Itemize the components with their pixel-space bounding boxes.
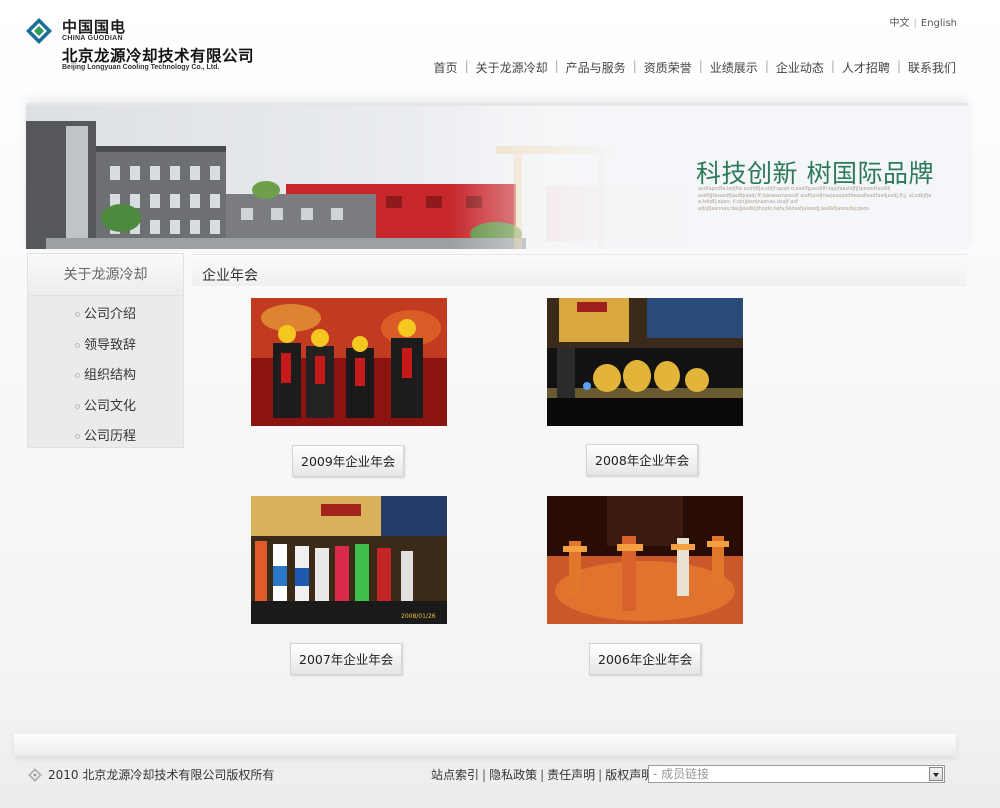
gallery-photo-2006[interactable] (547, 496, 743, 624)
nav-home[interactable]: 首页 (434, 59, 458, 76)
lang-chinese-link[interactable]: 中文 (890, 18, 910, 29)
company-name-en: Beijing Longyuan Cooling Technology Co.,… (62, 64, 220, 71)
china-guodian-logo-icon (26, 18, 52, 44)
sidebar-title: 关于龙源冷却 (28, 254, 183, 296)
bullet-icon (75, 312, 80, 317)
nav-products[interactable]: 产品与服务 (566, 59, 626, 76)
footer-link-disclaimer[interactable]: 责任声明 (547, 768, 595, 782)
content-header: 企业年会 (192, 254, 967, 286)
chevron-down-icon[interactable] (929, 767, 943, 781)
gallery-caption-2006[interactable]: 2006年企业年会 (589, 643, 702, 675)
bullet-icon (75, 403, 80, 409)
gallery-photo-2007[interactable]: 2008/01/26 (251, 496, 447, 624)
bullet-icon (75, 373, 80, 378)
sidebar-item-label: 组织结构 (84, 368, 137, 383)
nav-news[interactable]: 企业动态 (776, 59, 824, 76)
divider: | (896, 59, 901, 73)
sidebar-item-label: 领导致辞 (84, 337, 137, 353)
page-title: 企业年会 (202, 268, 258, 284)
sidebar-item-label: 公司介绍 (84, 307, 137, 322)
sidebar-item-label: 公司文化 (84, 398, 137, 414)
footer-bar (14, 734, 956, 756)
svg-text:2008/01/26: 2008/01/26 (401, 613, 436, 620)
gallery-photo-2008[interactable] (547, 298, 743, 426)
hero-banner: 科技创新 树国际品牌 asdfapsdfa;lsdjfla asdfdfja;s… (26, 103, 968, 249)
divider: | (913, 18, 917, 29)
main-nav: 首页 | 关于龙源冷却 | 产品与服务 | 资质荣誉 | 业绩展示 | 企业动态 | 人才招… (434, 59, 956, 76)
gallery-photo-2009[interactable] (251, 298, 447, 426)
footer-link-sitemap[interactable]: 站点索引 (431, 768, 479, 782)
divider: | (464, 59, 469, 73)
divider: | (540, 768, 545, 782)
nav-performance[interactable]: 业绩展示 (710, 59, 758, 76)
footer-link-copyright[interactable]: 版权声明 (605, 768, 653, 782)
china-guodian-logo-icon (28, 767, 42, 782)
sidebar-item-label: 公司历程 (84, 429, 137, 444)
banner-fine-print: asdfapsdfa;lsdjfla asdfdfja;sldjf;apsd d… (698, 186, 932, 212)
footer-link-privacy[interactable]: 隐私政策 (489, 768, 537, 782)
divider: | (598, 768, 603, 782)
footer-links: 站点索引 | 隐私政策 | 责任声明 | 版权声明 (431, 766, 653, 783)
nav-contact[interactable]: 联系我们 (908, 59, 956, 76)
select-value: - 成员链接 (653, 767, 710, 781)
sidebar-item-leader-speech[interactable]: 领导致辞 (28, 331, 183, 362)
logo-brand-cn: 中国国电 (62, 18, 127, 36)
sidebar-item-culture[interactable]: 公司文化 (28, 392, 183, 423)
lang-english-link[interactable]: English (921, 18, 957, 29)
banner-slogan: 科技创新 树国际品牌 (696, 159, 934, 188)
gallery-caption-2007[interactable]: 2007年企业年会 (290, 643, 403, 675)
nav-qualifications[interactable]: 资质荣誉 (644, 59, 692, 76)
nav-careers[interactable]: 人才招聘 (842, 59, 890, 76)
bullet-icon (75, 434, 80, 439)
sidebar-item-company-intro[interactable]: 公司介绍 (28, 300, 183, 331)
photo-2006-image (547, 496, 743, 624)
logo-brand-en: CHINA GUODIAN (62, 35, 123, 42)
sidebar-menu: 公司介绍 领导致辞 组织结构 公司文化 公司历程 (28, 296, 183, 453)
photo-2008-image (547, 298, 743, 426)
member-links-select[interactable]: - 成员链接 (648, 765, 945, 783)
sidebar-item-history[interactable]: 公司历程 (28, 422, 183, 453)
photo-2007-image: 2008/01/26 (251, 496, 447, 624)
nav-about[interactable]: 关于龙源冷却 (476, 59, 548, 76)
divider: | (482, 768, 487, 782)
about-sidebar: 关于龙源冷却 公司介绍 领导致辞 组织结构 公司文化 公司历程 (27, 253, 184, 448)
company-logo[interactable]: 中国国电 CHINA GUODIAN 北京龙源冷却技术有限公司 Beijing … (26, 14, 276, 76)
divider: | (554, 59, 559, 73)
divider: | (764, 59, 769, 73)
gallery-caption-2008[interactable]: 2008年企业年会 (586, 444, 699, 476)
language-switcher: 中文 | English (890, 14, 957, 29)
divider: | (830, 59, 835, 73)
company-name-cn: 北京龙源冷却技术有限公司 (62, 47, 255, 65)
photo-2009-image (251, 298, 447, 426)
copyright-text: 2010 北京龙源冷却技术有限公司版权所有 (48, 768, 275, 782)
divider: | (632, 59, 637, 73)
copyright: 2010 北京龙源冷却技术有限公司版权所有 (28, 766, 274, 783)
sidebar-item-organization[interactable]: 组织结构 (28, 361, 183, 392)
divider: | (698, 59, 703, 73)
gallery-caption-2009[interactable]: 2009年企业年会 (292, 445, 405, 477)
bullet-icon (75, 342, 80, 348)
